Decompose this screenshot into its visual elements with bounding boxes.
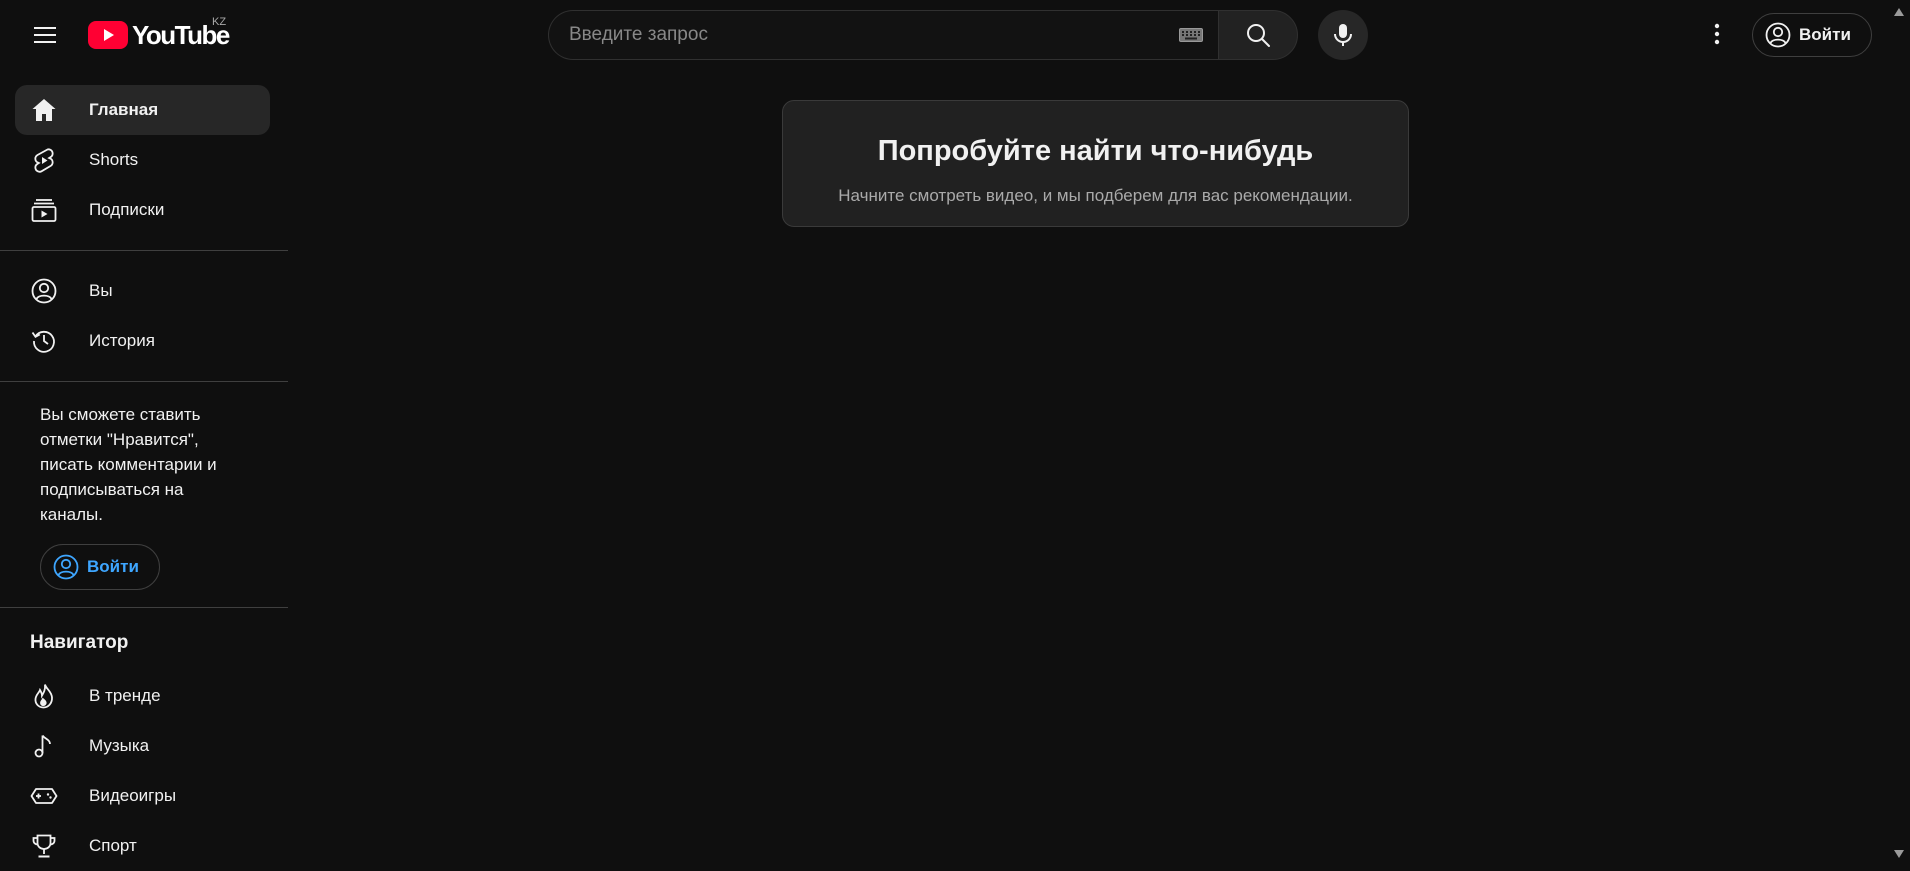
sidebar-item-history[interactable]: История xyxy=(15,316,270,366)
trophy-icon xyxy=(30,832,58,860)
sign-in-promo-text: Вы сможете ставить отметки "Нравится", п… xyxy=(40,405,217,524)
country-code: KZ xyxy=(212,16,227,28)
guide-sidebar: Главная Shorts Подписки Вы История Вы см… xyxy=(0,70,288,867)
gamepad-icon xyxy=(30,782,58,810)
sidebar-sign-in-button[interactable]: Войти xyxy=(40,544,160,590)
youtube-play-logo-icon xyxy=(88,21,128,49)
guide-menu-button[interactable] xyxy=(24,14,66,56)
sidebar-item-shorts[interactable]: Shorts xyxy=(15,135,270,185)
music-note-icon xyxy=(30,732,58,760)
sidebar-item-label: Вы xyxy=(89,281,113,300)
home-icon xyxy=(30,96,58,124)
account-circle-icon xyxy=(30,277,58,305)
voice-search-button[interactable] xyxy=(1318,10,1368,60)
microphone-icon xyxy=(1334,24,1352,46)
sidebar-item-label: Shorts xyxy=(89,150,139,169)
account-circle-icon xyxy=(53,554,79,580)
more-vert-icon xyxy=(1714,23,1720,45)
scrollbar-down-arrow[interactable] xyxy=(1892,848,1906,860)
empty-feed-subtitle: Начните смотреть видео, и мы подберем дл… xyxy=(838,186,1353,205)
sidebar-item-you[interactable]: Вы xyxy=(15,266,270,316)
scrollbar-up-arrow[interactable] xyxy=(1892,6,1906,18)
search-icon xyxy=(1247,24,1270,47)
hamburger-menu-icon xyxy=(34,27,56,43)
sidebar-item-sports[interactable]: Спорт xyxy=(15,821,270,871)
sidebar-item-music[interactable]: Музыка xyxy=(15,721,270,771)
empty-feed-message: Попробуйте найти что-нибудь Начните смот… xyxy=(782,100,1409,227)
sign-in-button[interactable]: Войти xyxy=(1752,13,1872,57)
navigator-section-title: Навигатор xyxy=(30,632,129,653)
sidebar-item-label: Подписки xyxy=(89,200,165,219)
sidebar-item-label: Спорт xyxy=(89,836,137,855)
sidebar-item-label: Музыка xyxy=(89,736,150,755)
shorts-icon xyxy=(30,146,58,174)
sidebar-item-label: Видеоигры xyxy=(89,786,177,805)
sidebar-item-subscriptions[interactable]: Подписки xyxy=(15,185,270,235)
sidebar-item-trending[interactable]: В тренде xyxy=(15,671,270,721)
keyboard-icon[interactable] xyxy=(1178,26,1204,44)
sidebar-divider xyxy=(0,250,288,251)
sidebar-item-home[interactable]: Главная xyxy=(15,85,270,135)
sidebar-item-gaming[interactable]: Видеоигры xyxy=(15,771,270,821)
masthead: YouTube KZ Введите запрос Войти xyxy=(0,0,1910,70)
subscriptions-icon xyxy=(30,196,58,224)
sidebar-divider xyxy=(0,381,288,382)
youtube-logo-link[interactable]: YouTube xyxy=(88,18,230,52)
empty-feed-title: Попробуйте найти что-нибудь xyxy=(877,135,1314,167)
account-circle-icon xyxy=(1765,22,1791,48)
sign-in-label: Войти xyxy=(87,557,139,576)
search-box xyxy=(548,10,1218,60)
triangle-down-icon xyxy=(1894,850,1904,858)
sidebar-divider xyxy=(0,607,288,608)
triangle-up-icon xyxy=(1894,8,1904,16)
sign-in-label: Войти xyxy=(1799,25,1851,44)
search-input[interactable] xyxy=(549,11,1178,59)
history-icon xyxy=(30,327,58,355)
sidebar-item-label: История xyxy=(89,331,155,350)
trending-flame-icon xyxy=(30,682,58,710)
sidebar-item-label: Главная xyxy=(89,100,159,119)
search-button[interactable] xyxy=(1218,10,1298,60)
sidebar-item-label: В тренде xyxy=(89,686,161,705)
settings-more-button[interactable] xyxy=(1697,14,1737,54)
